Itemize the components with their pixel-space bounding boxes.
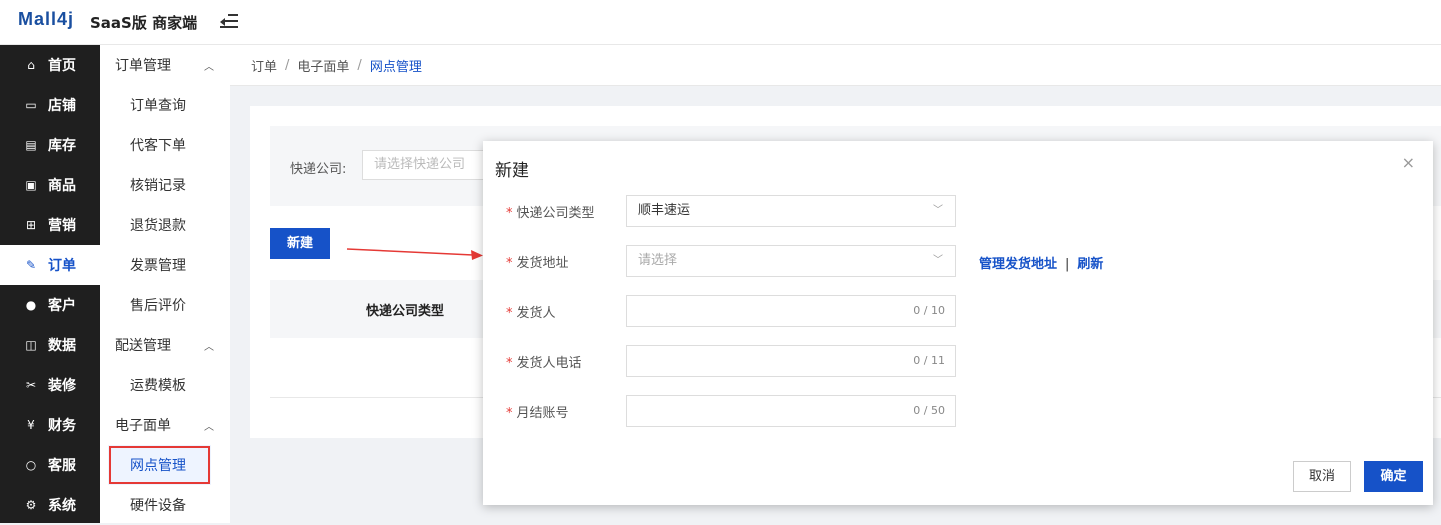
form-label: * 发货人电话 [506, 356, 582, 371]
order-icon: ✎ [25, 258, 37, 272]
form-row-account: * 月结账号 0 / 50 [483, 395, 1433, 427]
submenu-item-proxy-order[interactable]: 代客下单 [100, 125, 230, 165]
chevron-up-icon: ︿ [204, 421, 214, 433]
menu-collapse-icon[interactable] [220, 14, 238, 30]
form-row-address: * 发货地址 请选择 ﹀ 管理发货地址 | 刷新 [483, 245, 1433, 277]
breadcrumb-item[interactable]: 电子面单 [297, 56, 349, 75]
manage-address-link[interactable]: 管理发货地址 [979, 257, 1057, 272]
sender-input[interactable]: 0 / 10 [626, 295, 956, 327]
address-select[interactable]: 请选择 ﹀ [626, 245, 956, 277]
form-label: * 月结账号 [506, 406, 569, 421]
sub-menu: 订单管理 ︿ 订单查询 代客下单 核销记录 退货退款 发票管理 售后评价 配送管理… [100, 45, 230, 523]
settings-icon: ⚙ [25, 498, 37, 512]
sidebar-item-label: 装修 [48, 378, 76, 394]
sidebar-item-customer[interactable]: ● 客户 [0, 285, 100, 325]
app-subtitle: SaaS版 商家端 [90, 14, 198, 32]
phone-input[interactable]: 0 / 11 [626, 345, 956, 377]
annotation-arrow-icon [346, 248, 483, 260]
sidebar-item-label: 财务 [48, 418, 76, 434]
home-icon: ⌂ [27, 58, 35, 72]
char-counter: 0 / 11 [913, 354, 945, 367]
gift-icon: ⊞ [25, 218, 37, 232]
sidebar-item-label: 系统 [48, 498, 76, 514]
submenu-item-freight[interactable]: 运费模板 [100, 365, 230, 405]
char-counter: 0 / 10 [913, 304, 945, 317]
submenu-item-hardware[interactable]: 硬件设备 [100, 485, 230, 525]
sidebar-item-label: 客户 [48, 298, 76, 314]
product-icon: ▣ [25, 178, 37, 192]
sidebar-item-product[interactable]: ▣ 商品 [0, 165, 100, 205]
submenu-group-label: 电子面单 [115, 418, 171, 434]
inventory-icon: ▤ [25, 138, 37, 152]
submenu-item-outlet[interactable]: 网点管理 [108, 445, 211, 485]
courier-type-select[interactable]: 顺丰速运 ﹀ [626, 195, 956, 227]
submenu-group-delivery[interactable]: 配送管理 ︿ [100, 325, 230, 365]
breadcrumb-item[interactable]: 订单 [251, 56, 277, 75]
submenu-group-eorder[interactable]: 电子面单 ︿ [100, 405, 230, 445]
user-icon: ● [25, 298, 37, 312]
top-bar: Mall4j SaaS版 商家端 [0, 0, 1441, 45]
sidebar-item-label: 客服 [48, 458, 76, 474]
sidebar-item-label: 订单 [48, 258, 76, 274]
sidebar-item-label: 数据 [48, 338, 76, 354]
chevron-down-icon: ﹀ [933, 205, 943, 216]
chevron-up-icon: ︿ [204, 341, 214, 353]
main-sidebar: ⌂ 首页 ▭ 店铺 ▤ 库存 ▣ 商品 ⊞ 营销 ✎ 订单 ● 客户 ◫ 数据 ✂ 装修 ¥ 财务 … [0, 45, 100, 523]
submenu-item-writeoff[interactable]: 核销记录 [100, 165, 230, 205]
submenu-item-invoice[interactable]: 发票管理 [100, 245, 230, 285]
brush-icon: ✂ [25, 378, 37, 392]
chat-icon: ○ [25, 458, 37, 472]
submenu-item-refund[interactable]: 退货退款 [100, 205, 230, 245]
char-counter: 0 / 50 [913, 404, 945, 417]
form-label: * 发货人 [506, 306, 556, 321]
submenu-item-order-query[interactable]: 订单查询 [100, 85, 230, 125]
sidebar-item-label: 商品 [48, 178, 76, 194]
sidebar-item-order[interactable]: ✎ 订单 [0, 245, 100, 285]
chevron-up-icon: ︿ [204, 61, 214, 73]
breadcrumb: 订单 / 电子面单 / 网点管理 [230, 45, 1441, 86]
sidebar-item-label: 首页 [48, 58, 76, 74]
submenu-group-order[interactable]: 订单管理 ︿ [100, 45, 230, 85]
cancel-button[interactable]: 取消 [1293, 461, 1351, 492]
finance-icon: ¥ [27, 418, 35, 432]
submenu-item-review[interactable]: 售后评价 [100, 285, 230, 325]
form-row-phone: * 发货人电话 0 / 11 [483, 345, 1433, 377]
breadcrumb-current: 网点管理 [369, 59, 422, 75]
close-icon[interactable]: × [1402, 153, 1415, 172]
sidebar-item-label: 营销 [48, 218, 76, 234]
sidebar-item-data[interactable]: ◫ 数据 [0, 325, 100, 365]
submenu-group-label: 配送管理 [115, 338, 171, 354]
confirm-button[interactable]: 确定 [1364, 461, 1423, 492]
sidebar-item-system[interactable]: ⚙ 系统 [0, 485, 100, 525]
dialog-title: 新建 [495, 161, 529, 181]
courier-select[interactable]: 请选择快递公司 [362, 150, 502, 180]
sidebar-item-decoration[interactable]: ✂ 装修 [0, 365, 100, 405]
sidebar-item-label: 库存 [48, 138, 76, 154]
sidebar-item-shop[interactable]: ▭ 店铺 [0, 85, 100, 125]
sidebar-item-finance[interactable]: ¥ 财务 [0, 405, 100, 445]
shop-icon: ▭ [25, 98, 37, 112]
address-links: 管理发货地址 | 刷新 [979, 257, 1104, 272]
submenu-group-label: 订单管理 [115, 58, 171, 74]
form-row-courier-type: * 快递公司类型 顺丰速运 ﹀ [483, 195, 1433, 227]
sidebar-item-inventory[interactable]: ▤ 库存 [0, 125, 100, 165]
sidebar-item-label: 店铺 [48, 98, 76, 114]
column-header: 快递公司类型 [366, 304, 445, 319]
sidebar-item-home[interactable]: ⌂ 首页 [0, 45, 100, 85]
chevron-down-icon: ﹀ [933, 255, 943, 266]
chart-icon: ◫ [25, 338, 37, 352]
sidebar-item-service[interactable]: ○ 客服 [0, 445, 100, 485]
new-dialog: 新建 × * 快递公司类型 顺丰速运 ﹀ * 发货地址 请选择 ﹀ 管理发货地址 | 刷新 … [483, 141, 1433, 505]
form-row-sender: * 发货人 0 / 10 [483, 295, 1433, 327]
logo: Mall4j [18, 9, 75, 29]
form-label: * 快递公司类型 [506, 206, 595, 221]
sidebar-item-marketing[interactable]: ⊞ 营销 [0, 205, 100, 245]
refresh-link[interactable]: 刷新 [1077, 257, 1103, 272]
form-label: * 发货地址 [506, 256, 569, 271]
account-input[interactable]: 0 / 50 [626, 395, 956, 427]
filter-label: 快递公司: [290, 162, 347, 177]
new-button[interactable]: 新建 [270, 228, 330, 259]
